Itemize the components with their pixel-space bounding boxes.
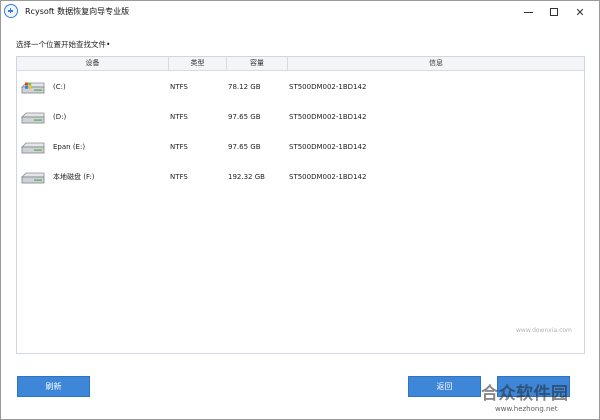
drive-name: Epan (E:) [53, 143, 86, 151]
drive-name: (C:) [53, 83, 66, 91]
table-header: 设备 类型 容量 信息 [17, 57, 584, 71]
drive-capacity: 192.32 GB [228, 173, 265, 181]
instruction-text: 选择一个位置开始查找文件• [16, 40, 111, 49]
close-button[interactable]: ✕ [569, 1, 591, 23]
drive-type: NTFS [170, 83, 188, 91]
watermark-url: www.hezhong.net [495, 405, 558, 413]
windows-system-drive-icon [21, 82, 45, 94]
drive-name: 本地磁盘 (F:) [53, 173, 95, 181]
watermark-logo: 合众软件园 [481, 384, 569, 404]
drive-capacity: 78.12 GB [228, 83, 261, 91]
drive-type: NTFS [170, 173, 188, 181]
drive-type: NTFS [170, 143, 188, 151]
close-icon: ✕ [575, 5, 585, 19]
drive-list-panel: 设备 类型 容量 信息 (C:) NTFS 78.12 GB ST500DM00… [16, 56, 585, 354]
drive-info: ST500DM002-1BD142 [289, 143, 367, 151]
drive-row-c[interactable]: (C:) NTFS 78.12 GB ST500DM002-1BD142 [17, 74, 584, 100]
watermark-faint-url: www.downxia.com [516, 327, 572, 334]
app-logo-icon [4, 4, 18, 18]
column-header-info[interactable]: 信息 [288, 57, 584, 70]
drive-name: (D:) [53, 113, 67, 121]
column-header-type[interactable]: 类型 [169, 57, 227, 70]
drive-row-e[interactable]: Epan (E:) NTFS 97.65 GB ST500DM002-1BD14… [17, 134, 584, 160]
maximize-button[interactable] [543, 1, 565, 23]
column-header-device[interactable]: 设备 [17, 57, 169, 70]
drive-type: NTFS [170, 113, 188, 121]
drive-capacity: 97.65 GB [228, 113, 261, 121]
hard-drive-icon [21, 112, 45, 124]
refresh-button[interactable]: 刷新 [17, 376, 90, 397]
drive-info: ST500DM002-1BD142 [289, 113, 367, 121]
column-header-capacity[interactable]: 容量 [227, 57, 288, 70]
drive-row-f[interactable]: 本地磁盘 (F:) NTFS 192.32 GB ST500DM002-1BD1… [17, 164, 584, 190]
drive-info: ST500DM002-1BD142 [289, 173, 367, 181]
hard-drive-icon [21, 172, 45, 184]
window-title: Rcysoft 数据恢复向导专业版 [25, 7, 130, 16]
hard-drive-icon [21, 142, 45, 154]
minimize-icon [523, 11, 533, 13]
drive-info: ST500DM002-1BD142 [289, 83, 367, 91]
maximize-icon [550, 8, 558, 16]
title-bar[interactable]: Rcysoft 数据恢复向导专业版 ✕ [1, 1, 599, 23]
drive-capacity: 97.65 GB [228, 143, 261, 151]
drive-row-d[interactable]: (D:) NTFS 97.65 GB ST500DM002-1BD142 [17, 104, 584, 130]
minimize-button[interactable] [517, 1, 539, 23]
back-button[interactable]: 返回 [408, 376, 481, 397]
app-window: Rcysoft 数据恢复向导专业版 ✕ 选择一个位置开始查找文件• 设备 类型 … [0, 0, 600, 420]
